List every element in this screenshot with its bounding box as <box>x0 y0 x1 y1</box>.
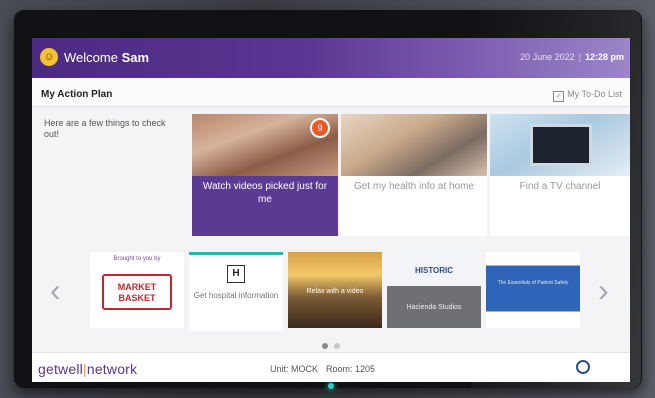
card-patient-safety[interactable]: The Essentials of Patient Safety <box>486 252 580 328</box>
date-text: 20 June 2022 <box>520 52 575 62</box>
blue-banner <box>486 252 580 328</box>
action-plan-header: My Action Plan ✓ My To-Do List <box>32 78 630 107</box>
tv-screen: ☺ Welcome Sam 20 June 2022 | 12:28 pm My A… <box>32 38 630 382</box>
top-bar: ☺ Welcome Sam 20 June 2022 | 12:28 pm <box>32 38 630 78</box>
room-label: Room: 1205 <box>326 364 376 374</box>
brand-part-a: getwell <box>38 361 83 377</box>
pager-dot[interactable] <box>334 343 340 349</box>
chevron-left-icon[interactable]: ‹ <box>50 272 61 309</box>
todo-list-link[interactable]: ✓ My To-Do List <box>553 89 622 102</box>
hospital-logo <box>576 359 616 377</box>
user-name: Sam <box>121 50 150 65</box>
hospital-icon: H <box>227 265 245 283</box>
unit-room-info: Unit: MOCK Room: 1205 <box>270 364 375 374</box>
smiley-icon: ☺ <box>40 48 58 66</box>
tv-photo <box>490 114 630 176</box>
tile-label: Watch videos picked just for me <box>202 181 328 205</box>
tile-watch-videos[interactable]: 9 Watch videos picked just for me <box>192 114 338 236</box>
tile-health-info[interactable]: Get my health info at home <box>341 114 487 236</box>
date-time: 20 June 2022 | 12:28 pm <box>520 52 624 62</box>
historic-banner <box>387 252 481 328</box>
brand-logo: getwell|network <box>38 361 137 377</box>
tile-tv-channel[interactable]: Find a TV channel <box>490 114 630 236</box>
pager-dot[interactable] <box>322 343 328 349</box>
greeting-text: Welcome <box>64 50 118 65</box>
notification-badge: 9 <box>310 118 330 138</box>
footer-bar: getwell|network Unit: MOCK Room: 1205 <box>32 352 630 382</box>
hospital-emblem-icon <box>576 360 590 374</box>
card-label: The Essentials of Patient Safety <box>497 280 569 286</box>
power-led <box>328 383 334 389</box>
brand-part-b: network <box>86 361 138 377</box>
page-title: My Action Plan <box>41 89 113 100</box>
card-relax-video[interactable]: Relax with a video <box>288 252 382 328</box>
tablet-photo <box>341 114 487 176</box>
tile-label: Find a TV channel <box>519 181 601 192</box>
time-text: 12:28 pm <box>584 52 624 62</box>
unit-label: Unit: MOCK <box>270 364 319 374</box>
sponsor-text: Brought to you by <box>113 256 161 262</box>
tv-icon <box>530 124 592 166</box>
intro-text: Here are a few things to check out! <box>44 118 166 139</box>
chevron-right-icon[interactable]: › <box>598 272 609 309</box>
card-label: Relax with a video <box>306 288 364 295</box>
card-historic[interactable]: HISTORIC Hacienda Studios <box>387 252 481 328</box>
historic-logo: HISTORIC <box>414 266 454 275</box>
sponsor-logo: MARKET BASKET <box>102 274 172 310</box>
welcome-message: Welcome Sam <box>64 50 149 65</box>
card-hospital-info[interactable]: H Get hospital information <box>189 252 283 331</box>
card-label: Get hospital information <box>193 291 279 300</box>
todo-list-label: My To-Do List <box>567 89 622 99</box>
tile-label: Get my health info at home <box>353 181 475 192</box>
card-label: Hacienda Studios <box>406 304 462 311</box>
checklist-icon: ✓ <box>553 91 565 102</box>
content-carousel: ‹ Brought to you by MARKET BASKET H Get … <box>32 250 630 332</box>
card-sponsor[interactable]: Brought to you by MARKET BASKET <box>90 252 184 328</box>
